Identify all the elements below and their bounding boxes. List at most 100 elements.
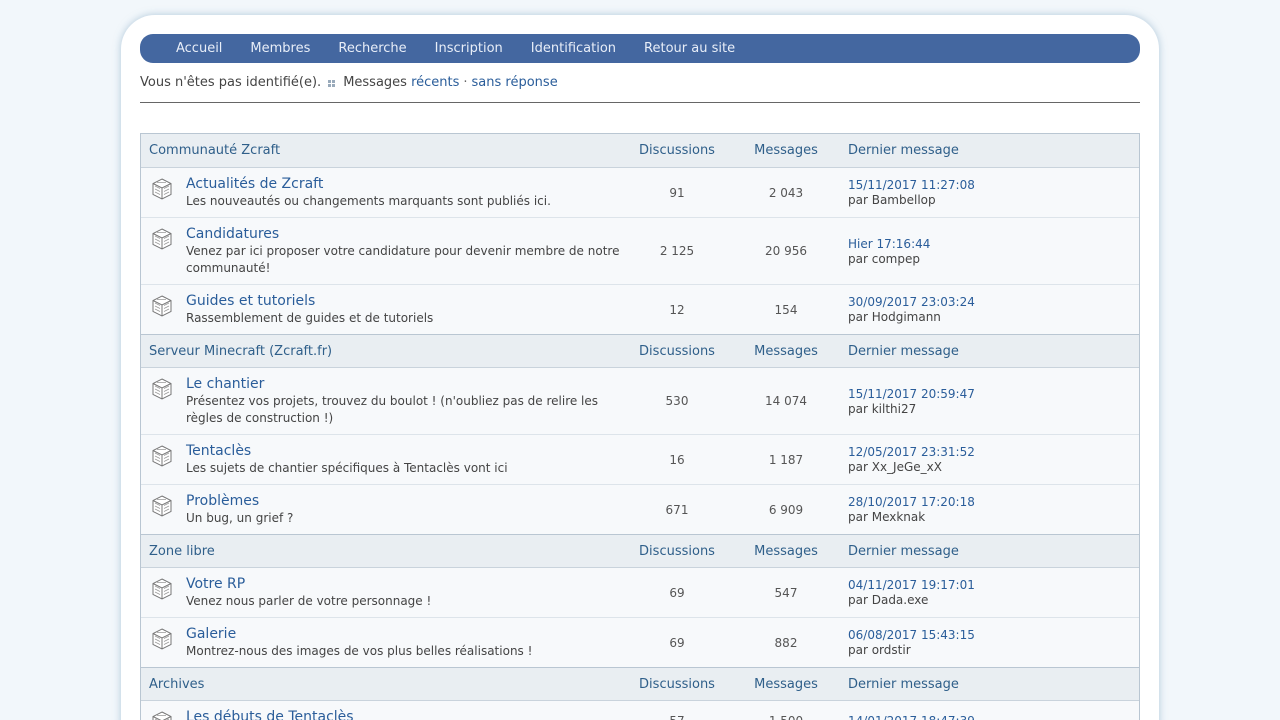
message-count: 6 909 — [768, 502, 804, 517]
category-block: Serveur Minecraft (Zcraft.fr) Discussions… — [141, 334, 1139, 534]
forum-info: Problèmes Un bug, un grief ? — [141, 485, 622, 534]
message-count: 2 043 — [768, 185, 804, 200]
forum-row: Actualités de Zcraft Les nouveautés ou ch… — [141, 168, 1139, 218]
forum-row: Galerie Montrez-nous des images de vos pl… — [141, 618, 1139, 667]
last-message: 28/10/2017 17:20:18 par Mexknak — [840, 494, 1139, 525]
forum-cube-icon — [150, 377, 174, 401]
forum-title-link[interactable]: Votre RP — [186, 575, 245, 593]
category-name: Zone libre — [149, 543, 215, 559]
last-message-date-link[interactable]: 06/08/2017 15:43:15 — [848, 627, 1139, 643]
nav-back-to-site[interactable]: Retour au site — [644, 41, 735, 56]
forum-row: Candidatures Venez par ici proposer votre… — [141, 218, 1139, 285]
last-message-date-link[interactable]: 28/10/2017 17:20:18 — [848, 494, 1139, 510]
category-name: Serveur Minecraft (Zcraft.fr) — [149, 343, 333, 359]
last-message-date-link[interactable]: 30/09/2017 23:03:24 — [848, 294, 1139, 310]
forum-description: Venez par ici proposer votre candidature… — [186, 244, 620, 275]
forum-cube-icon — [150, 627, 174, 651]
last-message-date-link[interactable]: 15/11/2017 11:27:08 — [848, 177, 1139, 193]
messages-column-header: Messages — [754, 543, 818, 559]
forum-info: Les débuts de Tentaclès — [141, 701, 622, 720]
category-block: Archives Discussions Messages Dernier messa… — [141, 667, 1139, 720]
category-header: Communauté Zcraft Discussions Messages Dern… — [141, 134, 1139, 168]
forum-text: Les débuts de Tentaclès — [186, 708, 354, 720]
forum-index: Communauté Zcraft Discussions Messages Dern… — [140, 133, 1140, 720]
last-message-author: par kilthi27 — [848, 401, 917, 416]
last-message-column-header: Dernier message — [848, 543, 959, 559]
forum-row: Le chantier Présentez vos projets, trouve… — [141, 368, 1139, 435]
message-count: 1 500 — [732, 714, 840, 720]
forum-cube-icon — [150, 177, 174, 201]
last-message: 04/11/2017 19:17:01 par Dada.exe — [840, 577, 1139, 608]
discussion-count: 12 — [669, 302, 685, 317]
discussion-count: 671 — [665, 502, 689, 517]
forum-title-link[interactable]: Candidatures — [186, 225, 279, 243]
forum-cube-icon — [150, 577, 174, 601]
forum-title-link[interactable]: Actualités de Zcraft — [186, 175, 323, 193]
nav-register[interactable]: Inscription — [435, 41, 503, 56]
last-message-column-header: Dernier message — [848, 676, 959, 692]
forum-cube-icon — [150, 494, 174, 518]
last-message: Hier 17:16:44 par compep — [840, 236, 1139, 267]
forum-text: Tentaclès Les sujets de chantier spécifiq… — [186, 442, 508, 477]
forum-text: Galerie Montrez-nous des images de vos pl… — [186, 625, 532, 660]
last-message-author: par Mexknak — [848, 510, 926, 524]
discussions-column-header: Discussions — [639, 343, 715, 359]
forum-row: Tentaclès Les sujets de chantier spécifiq… — [141, 435, 1139, 485]
forum-info: Votre RP Venez nous parler de votre perso… — [141, 568, 622, 617]
last-message: 06/08/2017 15:43:15 par ordstir — [840, 627, 1139, 658]
nav-members[interactable]: Membres — [250, 41, 310, 56]
messages-column-header: Messages — [754, 676, 818, 692]
forum-title-link[interactable]: Galerie — [186, 625, 236, 643]
discussions-column-header: Discussions — [639, 676, 715, 692]
category-header: Serveur Minecraft (Zcraft.fr) Discussions… — [141, 334, 1139, 368]
discussion-count: 69 — [669, 585, 685, 600]
discussions-column-header: Discussions — [639, 543, 715, 559]
last-message-column-header: Dernier message — [848, 143, 959, 158]
forum-title-link[interactable]: Tentaclès — [186, 442, 251, 460]
discussion-count: 530 — [665, 394, 689, 408]
last-message-date-link[interactable]: 04/11/2017 19:17:01 — [848, 577, 1139, 593]
nav-home[interactable]: Accueil — [176, 41, 222, 56]
last-message-column-header: Dernier message — [848, 343, 959, 359]
forum-cube-icon — [150, 710, 174, 720]
messages-label: Messages — [343, 75, 407, 90]
forum-description: Présentez vos projets, trouvez du boulot… — [186, 394, 599, 425]
page-container: Accueil Membres Recherche Inscription Id… — [121, 15, 1159, 720]
last-message-date-link[interactable]: 12/05/2017 23:31:52 — [848, 444, 1139, 460]
separator: · — [463, 75, 468, 90]
last-message-author: par ordstir — [848, 643, 911, 657]
nav-search[interactable]: Recherche — [338, 41, 406, 56]
recent-messages-link[interactable]: récents — [411, 75, 459, 90]
last-message-author: par Dada.exe — [848, 593, 929, 607]
discussion-count: 91 — [669, 185, 685, 200]
forum-description: Rassemblement de guides et de tutoriels — [186, 311, 434, 325]
forum-title-link[interactable]: Problèmes — [186, 492, 259, 510]
nav-login[interactable]: Identification — [531, 41, 616, 56]
forum-row: Les débuts de Tentaclès 571 500 14/01/2017… — [141, 701, 1139, 720]
user-status-bar: Vous n'êtes pas identifié(e). Messages r… — [140, 75, 1140, 103]
message-count: 1 187 — [768, 452, 804, 467]
unanswered-messages-link[interactable]: sans réponse — [472, 75, 558, 90]
forum-title-link[interactable]: Guides et tutoriels — [186, 292, 315, 310]
forum-description: Les nouveautés ou changements marquants … — [186, 194, 551, 208]
category-block: Zone libre Discussions Messages Dernier mes… — [141, 534, 1139, 667]
forum-info: Actualités de Zcraft Les nouveautés ou ch… — [141, 168, 622, 217]
forum-text: Le chantier Présentez vos projets, trouve… — [186, 375, 622, 427]
last-message: 15/11/2017 11:27:08 par Bambellop — [840, 177, 1139, 208]
message-count: 20 956 — [765, 244, 807, 258]
category-header: Archives Discussions Messages Dernier messa… — [141, 667, 1139, 701]
forum-info: Le chantier Présentez vos projets, trouve… — [141, 368, 622, 434]
forum-cube-icon — [150, 227, 174, 251]
forum-title-link[interactable]: Le chantier — [186, 375, 264, 393]
last-message: 30/09/2017 23:03:24 par Hodgimann — [840, 294, 1139, 325]
forum-text: Votre RP Venez nous parler de votre perso… — [186, 575, 431, 610]
messages-column-header: Messages — [754, 143, 818, 158]
last-message-date-link[interactable]: 15/11/2017 20:59:47 — [848, 386, 1139, 402]
forum-title-link[interactable]: Les débuts de Tentaclès — [186, 708, 354, 720]
message-count: 14 074 — [765, 394, 807, 408]
last-message-date-link[interactable]: Hier 17:16:44 — [848, 236, 1139, 252]
last-message-date-link[interactable]: 14/01/2017 18:47:39 — [848, 713, 1139, 720]
discussion-count: 16 — [669, 452, 685, 467]
category-block: Communauté Zcraft Discussions Messages Dern… — [141, 134, 1139, 334]
discussion-count: 57 — [622, 714, 732, 720]
